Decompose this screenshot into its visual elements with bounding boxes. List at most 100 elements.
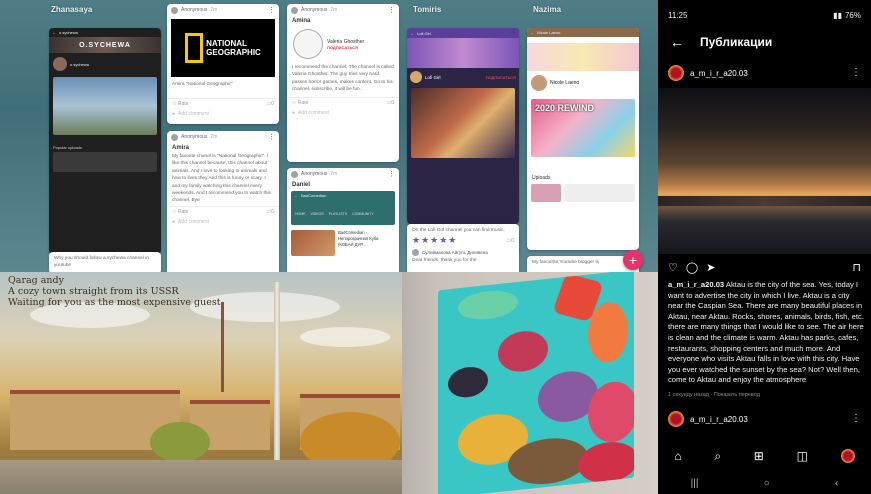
post-time: 2m <box>210 7 218 13</box>
tab-home[interactable]: HOME <box>295 212 306 216</box>
five-star-rating-icon[interactable]: ★★★★★ <box>412 235 457 246</box>
rate-button[interactable]: ☆ Rate <box>172 209 188 215</box>
comment-count-icon[interactable]: ▭0 <box>506 238 514 244</box>
channel-avatar <box>531 75 547 91</box>
channel-banner: O.SYCHEWA <box>49 37 161 53</box>
column-2: Anonymous 2m ⋮ NATIONAL GEOGRAPHIC Amira… <box>163 0 281 272</box>
channel-info: o.sychewa <box>49 53 161 75</box>
heart-icon[interactable]: ♡ <box>668 261 678 274</box>
add-post-button[interactable]: + <box>623 250 643 270</box>
lofi-banner <box>407 38 519 68</box>
add-comment-field[interactable]: ● Add comment <box>167 217 279 227</box>
user-avatar[interactable] <box>668 411 684 427</box>
more-options-icon[interactable]: ⋮ <box>851 414 861 424</box>
more-options-icon[interactable]: ⋮ <box>388 171 395 178</box>
profile-avatar[interactable] <box>840 449 855 463</box>
caption-username[interactable]: a_m_i_r_a20.03 <box>668 280 724 289</box>
comment-count-icon[interactable]: ▭0 <box>266 209 274 215</box>
channel-info: Nicole Laeno <box>527 71 639 95</box>
post-card-text[interactable]: Why you should follow a.sychewa channel … <box>49 252 161 272</box>
post-card-badcomedian[interactable]: Anonymous 2m ⋮ Daniel ← BadComedian HOME… <box>287 168 399 272</box>
channel-avatar <box>410 71 422 83</box>
more-options-icon[interactable]: ⋮ <box>268 7 275 14</box>
new-post-icon[interactable]: ⊞ <box>754 449 764 463</box>
post-photo-sunset[interactable] <box>658 88 871 254</box>
author-name: Anonymous <box>181 7 208 13</box>
comment-count-icon[interactable]: ▭0 <box>266 101 274 107</box>
subscribe-button[interactable]: ПОДПИСАТЬСЯ <box>327 45 364 50</box>
post-time-translate[interactable]: 1 секунду назад · Показать перевод <box>668 392 760 398</box>
channel-label: Lofi Girl <box>425 74 441 80</box>
anonymous-avatar <box>171 6 178 14</box>
natgeo-line-1: NATIONAL <box>206 39 247 48</box>
post-footer: ☆ Rate ▭0 <box>167 98 279 109</box>
column-title: Nazima <box>533 5 562 14</box>
video-thumbnail <box>291 230 335 256</box>
back-arrow-icon: ← <box>52 30 56 35</box>
post-footer: ☆ Rate ▭0 <box>167 205 279 217</box>
post-card-natgeo[interactable]: Anonymous 2m ⋮ NATIONAL GEOGRAPHIC Amira… <box>167 4 279 124</box>
cloud <box>300 327 390 347</box>
video-title: BadComedian - Непорозрачная Куба (КОБАЙ … <box>338 230 379 247</box>
shop-icon[interactable]: ◫ <box>797 449 808 463</box>
home-circle-icon[interactable]: ○ <box>764 478 770 489</box>
back-arrow-icon: ← <box>294 193 298 198</box>
more-options-icon[interactable]: ⋮ <box>268 134 275 141</box>
post-card-valeria[interactable]: Anonymous 2m ⋮ Amina Valeria Ghosther ПО… <box>287 4 399 162</box>
post-card-amira[interactable]: Anonymous 2m ⋮ Amira My favorite chanel … <box>167 131 279 272</box>
channel-name: o.sychewa <box>59 30 78 35</box>
youtube-header: ← o.sychewa <box>49 28 161 37</box>
post-card-rating[interactable]: ★★★★★ ▭0 Сулейманова Айгуль Дилявена Dea… <box>407 232 519 272</box>
back-arrow-icon: ← <box>530 30 534 35</box>
post-caption: a_m_i_r_a20.03 Aktau is the city of the … <box>668 280 866 386</box>
tab-videos[interactable]: VIDEOS <box>311 212 324 216</box>
user-avatar[interactable] <box>668 65 684 81</box>
back-chevron-icon[interactable]: ‹ <box>835 478 838 489</box>
search-icon[interactable]: ⌕ <box>714 449 721 464</box>
home-icon[interactable]: ⌂ <box>674 449 681 463</box>
back-arrow-icon[interactable]: ← <box>670 34 684 50</box>
back-arrow-icon: ← <box>410 30 414 36</box>
column-amina: Anonymous 2m ⋮ Amina Valeria Ghosther ПО… <box>283 0 401 272</box>
top-bar: ← Публикации <box>658 28 871 56</box>
post-card-lofi[interactable]: ← Lofi Girl Lofi Girl ПОДПИСАТЬСЯ <box>407 28 519 224</box>
post-time: 2m <box>330 171 338 177</box>
channel-info: Lofi Girl ПОДПИСАТЬСЯ <box>407 68 519 86</box>
rate-button[interactable]: ☆ Rate <box>172 101 188 107</box>
rate-button[interactable]: ☆ Rate <box>292 100 308 106</box>
comment-avatar-icon: ● <box>292 109 296 116</box>
author-name: Сулейманова Айгуль Дилявена <box>422 250 488 255</box>
share-icon[interactable]: ➤ <box>706 261 715 274</box>
comment-icon[interactable]: ◯ <box>686 261 698 274</box>
add-comment-field[interactable]: ● Add comment <box>287 108 399 118</box>
more-options-icon[interactable]: ⋮ <box>388 7 395 14</box>
post-actions: ♡ ◯ ➤ ⊓ <box>658 258 871 276</box>
post-card-nicole[interactable]: ← Nicole Laeno Nicole Laeno 2020 REWIND … <box>527 28 639 250</box>
channel-label: Nicole Laeno <box>550 80 580 86</box>
channel-banner <box>527 43 639 71</box>
signal-icon: ▮▮ <box>833 10 842 20</box>
tab-community[interactable]: COMMUNITY <box>352 212 374 216</box>
comment-count-icon[interactable]: ▭0 <box>386 100 394 106</box>
post-header: Anonymous 2m ⋮ <box>287 168 399 180</box>
username[interactable]: a_m_i_r_a20.03 <box>690 415 748 424</box>
battery-level: 76% <box>844 10 861 20</box>
post-title: Daniel <box>292 182 311 188</box>
column-zhanasaya: Zhanasaya ← o.sychewa O.SYCHEWA o.sychew… <box>45 0 163 272</box>
status-time: 11:25 <box>668 10 688 20</box>
recent-apps-icon[interactable]: ||| <box>691 478 699 489</box>
comment-avatar-icon: ● <box>172 218 176 225</box>
clay-art-panel <box>438 272 634 494</box>
upload-thumbnail <box>531 184 561 202</box>
city-caption-line-2: A cozy town straight from its USSR <box>8 286 179 297</box>
username[interactable]: a_m_i_r_a20.03 <box>690 69 748 78</box>
subscribe-button[interactable]: ПОДПИСАТЬСЯ <box>486 75 516 80</box>
next-post-header: a_m_i_r_a20.03 ⋮ <box>658 408 871 430</box>
add-comment-field[interactable]: ● Add comment <box>167 109 279 119</box>
youtube-tabs: HOME VIDEOS PLAYLISTS COMMUNITY <box>291 210 395 218</box>
bookmark-icon[interactable]: ⊓ <box>852 261 861 274</box>
instagram-post-screen: 11:25 ▮▮ 76% ← Публикации a_m_i_r_a20.03… <box>658 0 871 494</box>
more-options-icon[interactable]: ⋮ <box>851 68 861 78</box>
tab-playlists[interactable]: PLAYLISTS <box>329 212 347 216</box>
post-card-youtube-screenshot[interactable]: ← o.sychewa O.SYCHEWA o.sychewa Popular … <box>49 28 161 254</box>
